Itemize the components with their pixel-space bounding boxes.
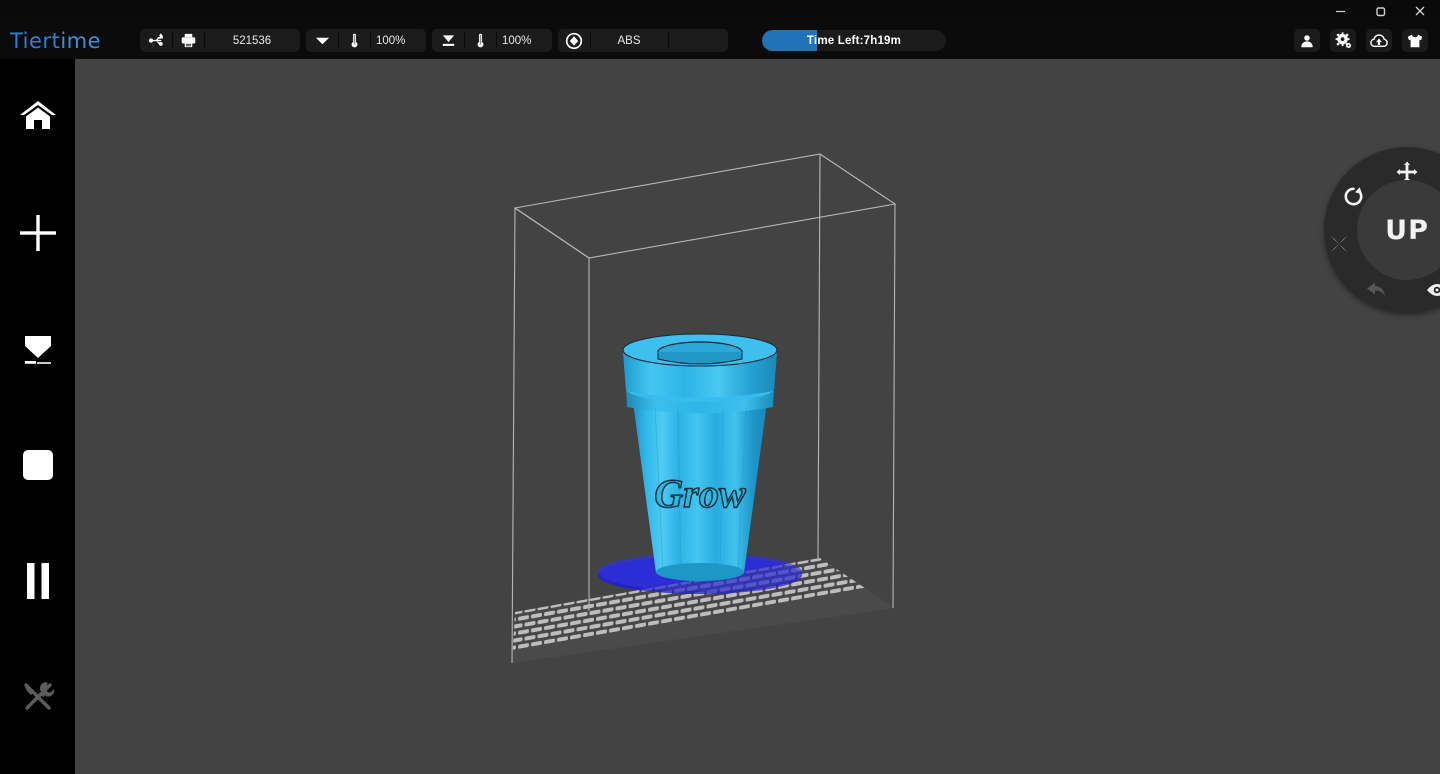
material-group: ABS [558, 29, 728, 52]
settings-gear-icon[interactable] [1330, 29, 1356, 52]
3d-viewport[interactable]: Grow UP [75, 59, 1440, 774]
job-id-value: 521536 [204, 29, 300, 52]
sidebar-item-home[interactable] [0, 59, 75, 175]
nav-wheel-center-label: UP [1385, 214, 1429, 246]
nozzle-temperature-value: 100% [370, 29, 426, 52]
material-spool-icon [558, 29, 590, 52]
material-value: ABS [590, 29, 668, 52]
thermometer-icon [338, 29, 370, 52]
pause-icon [21, 561, 55, 601]
window-minimize-button[interactable] [1320, 0, 1360, 22]
time-left-label: Time Left:7h19m [806, 34, 902, 47]
cloud-upload-icon[interactable] [1366, 29, 1392, 52]
model-flower-pot: Grow [622, 333, 778, 581]
application-window: Tiert ime 521536 100% 100% ABS Time Left… [0, 0, 1440, 774]
user-account-icon[interactable] [1294, 29, 1320, 52]
model-engraved-text: Grow [654, 471, 745, 516]
home-icon [17, 96, 59, 138]
undo-arrow-icon[interactable] [1363, 277, 1389, 303]
mirror-x-icon[interactable] [1326, 231, 1352, 257]
logo-text-2: ime [60, 28, 102, 53]
toolbar-right-icons [1294, 29, 1440, 52]
nozzle-temperature-group: 100% [306, 29, 426, 52]
job-info-group: 521536 [140, 29, 300, 52]
usb-icon[interactable] [140, 29, 172, 52]
window-maximize-button[interactable] [1360, 0, 1400, 22]
printer-icon[interactable] [172, 29, 204, 52]
platform-icon [432, 29, 464, 52]
nozzle-icon [306, 29, 338, 52]
eye-icon[interactable] [1424, 277, 1440, 303]
title-bar [0, 0, 1440, 22]
material-shirt-icon[interactable] [1402, 29, 1428, 52]
tools-wrench-icon [18, 677, 58, 717]
3d-scene: Grow [75, 59, 1440, 774]
sidebar-item-maintenance[interactable] [0, 639, 75, 755]
platform-temperature-group: 100% [432, 29, 552, 52]
window-close-button[interactable] [1400, 0, 1440, 22]
navigation-wheel[interactable]: UP [1324, 147, 1440, 313]
stop-square-icon [21, 448, 55, 482]
sidebar-item-extrude[interactable] [0, 291, 75, 407]
thermometer-icon [464, 29, 496, 52]
sidebar-item-add-model[interactable] [0, 175, 75, 291]
left-sidebar [0, 59, 75, 774]
plus-icon [17, 212, 59, 254]
app-logo: Tiert ime [0, 22, 140, 59]
toolbar-blank-slot[interactable] [668, 29, 728, 52]
scene-graphics: Grow [511, 153, 897, 664]
platform-temperature-value: 100% [496, 29, 552, 52]
print-progress-bar[interactable]: Time Left:7h19m [762, 30, 946, 51]
logo-text-1: Tiert [10, 28, 61, 53]
extrude-icon [17, 328, 59, 370]
top-toolbar: Tiert ime 521536 100% 100% ABS Time Left… [0, 22, 1440, 59]
sidebar-item-pause-print[interactable] [0, 523, 75, 639]
sidebar-item-stop-print[interactable] [0, 407, 75, 523]
